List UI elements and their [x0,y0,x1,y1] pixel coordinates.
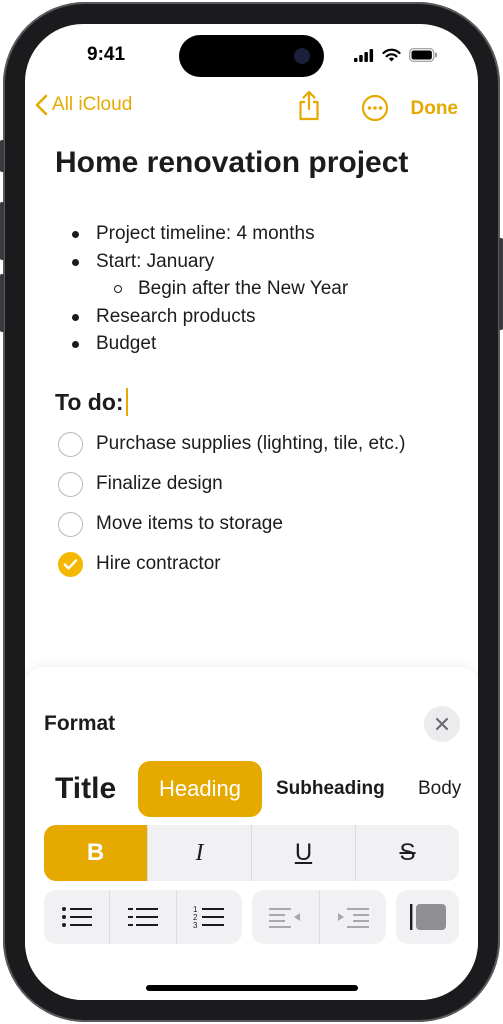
share-button[interactable] [297,90,321,127]
checklist-item: Move items to storage [25,505,478,545]
back-button[interactable]: All iCloud [35,94,132,116]
block-quote-icon [409,904,446,930]
checkbox-empty[interactable] [58,512,83,537]
numbered-list-icon: 1 2 3 [193,905,225,930]
bullet-item[interactable]: Research products [25,303,478,331]
bullet-text: Research products [96,305,256,327]
camera-icon [294,48,310,64]
home-indicator[interactable] [146,985,358,991]
bullet-item[interactable]: Project timeline: 4 months [25,220,478,248]
close-icon [435,717,449,731]
nav-bar: All iCloud Done [25,90,478,128]
paragraph-style-row: Title Heading Subheading Body [25,761,478,817]
bullet-dot-icon [72,258,79,266]
block-quote-button[interactable] [396,890,459,944]
close-button[interactable] [424,706,460,742]
status-icons [354,48,438,62]
side-button-volume-down [0,274,4,332]
bold-button[interactable]: B [44,825,147,881]
bullet-list: Project timeline: 4 months Start: Januar… [25,220,478,358]
checklist-label[interactable]: Move items to storage [96,513,283,535]
checklist-label[interactable]: Hire contractor [96,553,221,575]
checkbox-empty[interactable] [58,472,83,497]
bullet-text: Start: January [96,250,215,272]
numbered-list-button[interactable]: 1 2 3 [175,890,242,944]
note-title[interactable]: Home renovation project [55,146,408,180]
bullet-text: Begin after the New Year [138,278,349,299]
bullet-item-nested[interactable]: Begin after the New Year [25,275,478,303]
text-style-group: B I U S [44,825,459,881]
checklist-label[interactable]: Finalize design [96,473,223,495]
checklist-item: Purchase supplies (lighting, tile, etc.) [25,425,478,465]
side-button-volume-up [0,202,4,260]
bullet-text: Project timeline: 4 months [96,223,315,244]
italic-button[interactable]: I [147,825,251,881]
outdent-button[interactable] [252,890,319,944]
bulleted-list-icon [61,907,92,927]
dashed-list-button[interactable] [109,890,175,944]
bullet-ring-icon [114,285,122,293]
bullet-dot-icon [72,231,79,238]
checkbox-checked[interactable] [58,552,83,577]
text-cursor [125,388,129,416]
style-heading-button[interactable]: Heading [138,761,262,817]
style-title-button[interactable]: Title [55,761,116,817]
checklist-label[interactable]: Purchase supplies (lighting, tile, etc.) [96,433,405,455]
style-body-button[interactable]: Body [418,761,461,817]
indent-icon [337,908,369,928]
strikethrough-button[interactable]: S [355,825,459,881]
bulleted-list-button[interactable] [44,890,109,944]
bullet-item[interactable]: Start: January [25,248,478,276]
side-button-action [0,140,4,172]
bullet-item[interactable]: Budget [25,330,478,358]
wifi-icon [382,48,401,62]
bullet-text: Budget [96,333,157,354]
svg-text:3: 3 [193,921,198,930]
more-button[interactable] [361,94,389,127]
todo-heading-text: To do: [55,388,124,415]
done-button[interactable]: Done [411,98,459,120]
dynamic-island [179,35,324,77]
checklist-item: Hire contractor [25,545,478,585]
status-time: 9:41 [87,44,126,65]
chevron-left-icon [35,94,48,116]
todo-heading[interactable]: To do: [55,388,129,416]
checkmark-icon [63,559,78,570]
style-subheading-button[interactable]: Subheading [276,761,385,817]
checkbox-empty[interactable] [58,432,83,457]
indent-button[interactable] [318,890,387,944]
ellipsis-circle-icon [361,94,389,122]
back-label: All iCloud [52,94,133,115]
format-panel-title: Format [44,712,116,735]
list-style-group: 1 2 3 [44,890,242,944]
block-quote-group [396,890,459,944]
bullet-dot-icon [72,341,79,348]
side-button-power [499,238,503,330]
battery-icon [409,48,437,62]
dashed-list-icon [127,908,158,926]
indent-group [252,890,386,944]
bullet-dot-icon [72,313,79,321]
outdent-icon [269,908,301,928]
screen: 9:41 All iCloud Done Home renovation pro… [25,24,478,1000]
underline-button[interactable]: U [251,825,355,881]
share-icon [299,90,319,121]
cellular-signal-icon [354,48,374,62]
format-panel: Format Title Heading Subheading Body B I… [25,667,478,1000]
checklist-item: Finalize design [25,465,478,505]
